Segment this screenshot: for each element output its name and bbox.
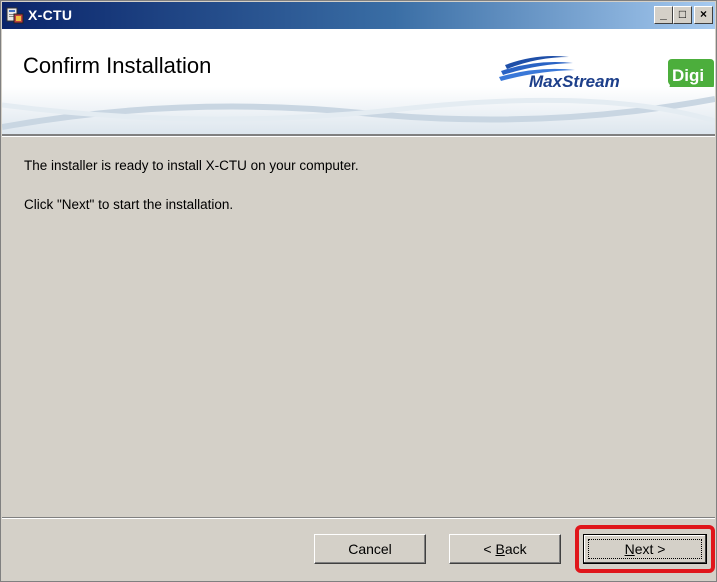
minimize-button[interactable]: _ [654, 6, 673, 24]
back-button[interactable]: < Back [449, 534, 561, 564]
back-button-mnemonic: B [495, 541, 505, 557]
wizard-header: Confirm Installation MaxStream Digi [2, 29, 715, 134]
header-wave-decoration [2, 87, 715, 134]
cancel-button-label: Cancel [348, 541, 392, 557]
installer-window: X-CTU _ □ × Confirm Installation MaxStre… [0, 0, 717, 582]
digi-logo-text: Digi [672, 66, 704, 85]
close-button[interactable]: × [694, 6, 713, 24]
cancel-button[interactable]: Cancel [314, 534, 426, 564]
maxstream-logo: MaxStream [499, 56, 620, 91]
instruction-message: Click "Next" to start the installation. [24, 197, 234, 212]
header-separator [2, 134, 715, 137]
next-button-highlight [575, 525, 715, 573]
maximize-button[interactable]: □ [673, 6, 692, 24]
minimize-icon: _ [660, 7, 667, 21]
ready-message: The installer is ready to install X-CTU … [24, 158, 359, 173]
close-icon: × [699, 7, 707, 21]
title-bar[interactable]: X-CTU _ □ × [2, 2, 715, 29]
window-title: X-CTU [28, 7, 73, 23]
page-title: Confirm Installation [23, 53, 212, 78]
maximize-icon: □ [678, 7, 687, 21]
installer-app-icon [6, 7, 24, 24]
footer-separator [2, 517, 715, 519]
back-button-arrow: < [483, 541, 496, 557]
back-button-label: ack [504, 541, 527, 557]
